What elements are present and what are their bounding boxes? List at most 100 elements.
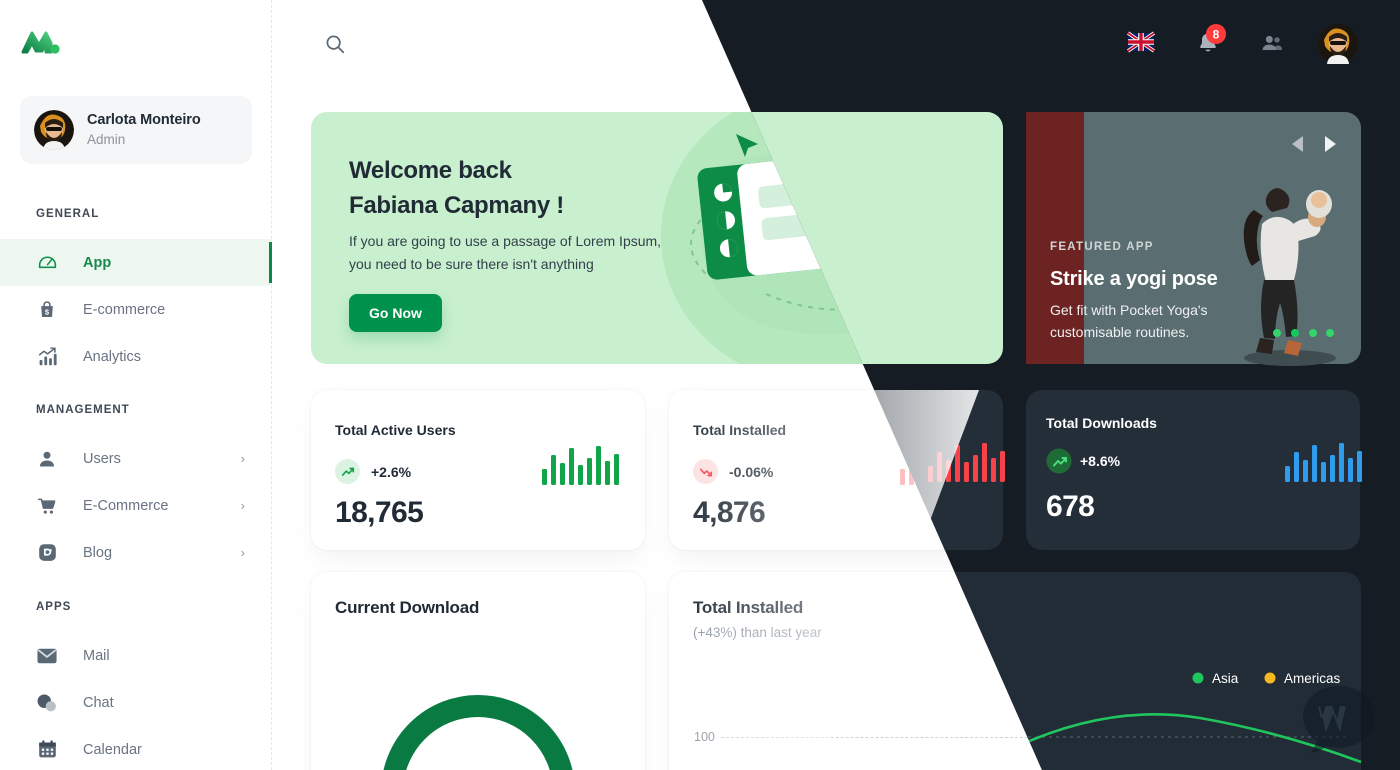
sidebar-item-e-commerce-mgmt[interactable]: E-Commerce › xyxy=(0,482,272,529)
sidebar-item-calendar[interactable]: Calendar xyxy=(0,726,272,770)
arrow-left-icon[interactable] xyxy=(1297,142,1308,158)
stat-title: Total Installed xyxy=(693,422,787,438)
sidebar-item-label: Mail xyxy=(83,647,110,664)
sidebar-item-label: E-commerce xyxy=(83,301,166,318)
carousel-dot[interactable] xyxy=(1274,335,1282,343)
stat-value: 678 xyxy=(1050,496,1099,529)
legend-label: Americas xyxy=(1280,667,1337,682)
current-download-card: Current Download xyxy=(311,572,645,770)
stat-percent: -0.06% xyxy=(729,463,774,480)
sidebar-item-blog[interactable]: Blog › xyxy=(0,529,272,576)
sidebar-user-role: Admin xyxy=(87,131,126,147)
sidebar-section-general: GENERAL xyxy=(36,208,100,220)
welcome-body: If you are going to use a passage of Lor… xyxy=(349,233,662,272)
contacts-icon[interactable] xyxy=(1264,32,1288,56)
dashboard-icon xyxy=(36,252,58,274)
stat-card-total-installed: Total Installed -0.06% 4,876 xyxy=(669,390,1003,550)
stat-card-total-downloads: Total Downloads +8.6% 678 xyxy=(1026,390,1360,550)
header-actions: 8 xyxy=(1154,23,1358,64)
chevron-right-icon[interactable]: › xyxy=(241,452,245,465)
go-now-button[interactable]: Go Now xyxy=(349,294,442,332)
welcome-title: Welcome back Fabiana Capmany ! xyxy=(349,154,564,224)
main-content: 8 Welcome back Fabiana Capmany ! If you … xyxy=(272,0,1400,770)
legend-color-dot xyxy=(1260,669,1272,680)
sidebar-item-chat[interactable]: Chat xyxy=(0,679,272,726)
sidebar-item-label: Users xyxy=(83,450,121,467)
bell-icon[interactable]: 8 xyxy=(1210,23,1243,56)
stat-title: Total Downloads xyxy=(1050,422,1161,438)
user-icon xyxy=(36,448,58,470)
sidebar-section-management: MANAGEMENT xyxy=(36,404,130,416)
y-axis-tick-100: 100 xyxy=(694,730,715,744)
stat-value: 18,765 xyxy=(335,496,424,529)
legend-item-americas[interactable]: Americas xyxy=(1260,667,1337,682)
stat-title: Total Active Users xyxy=(335,422,456,438)
carousel-dot[interactable] xyxy=(1312,335,1320,343)
welcome-title-line1: Welcome back xyxy=(349,157,512,184)
stat-percent: +2.6% xyxy=(371,463,412,480)
top-header: 8 xyxy=(272,0,1400,88)
mail-icon xyxy=(36,645,58,667)
featured-eyebrow: FEATURED APP xyxy=(1050,239,1154,251)
welcome-banner: Welcome back Fabiana Capmany ! If you ar… xyxy=(311,112,1003,364)
featured-app-card[interactable]: FEATURED APP Strike a yogi pose Get fit … xyxy=(1026,112,1361,364)
legend-label: Asia xyxy=(1206,667,1233,682)
sidebar: Carlota Monteiro Admin GENERAL App $ E-c… xyxy=(0,0,272,770)
legend-item-asia[interactable]: Asia xyxy=(1186,667,1233,682)
donut-chart xyxy=(383,695,573,770)
dashboard-page: Carlota Monteiro Admin GENERAL App $ E-c… xyxy=(0,0,1400,770)
notification-badge: 8 xyxy=(1224,23,1243,42)
card-title: Total Installed xyxy=(693,598,804,617)
carousel-arrows xyxy=(1297,142,1341,158)
carousel-dot[interactable] xyxy=(1331,335,1339,343)
carousel-dot-active[interactable] xyxy=(1293,335,1301,343)
trend-up-icon xyxy=(335,459,360,484)
carousel-dots xyxy=(1274,335,1339,343)
avatar xyxy=(34,110,74,150)
sidebar-user-name: Carlota Monteiro xyxy=(87,112,201,129)
sparkline-chart xyxy=(542,445,619,485)
sidebar-item-label: Calendar xyxy=(83,741,142,758)
sidebar-item-ecommerce[interactable]: $ E-commerce xyxy=(0,286,272,333)
sidebar-item-label: Chat xyxy=(83,694,114,711)
sidebar-item-analytics[interactable]: Analytics xyxy=(0,333,272,380)
sidebar-item-label: E-Commerce xyxy=(83,497,169,514)
sidebar-item-users[interactable]: Users › xyxy=(0,435,272,482)
sidebar-item-label: Analytics xyxy=(83,348,142,365)
card-title: Current Download xyxy=(335,598,480,617)
line-chart-plot xyxy=(669,762,1361,770)
sidebar-item-label: App xyxy=(83,254,112,271)
dashboard-illustration xyxy=(666,124,996,364)
sidebar-item-mail[interactable]: Mail xyxy=(0,632,272,679)
legend-color-dot xyxy=(1186,669,1198,680)
w-watermark-icon xyxy=(1300,682,1378,758)
welcome-title-line2: Fabiana Capmany ! xyxy=(349,191,564,219)
m-logo-icon[interactable] xyxy=(20,26,64,62)
avatar[interactable] xyxy=(1318,24,1358,64)
chat-icon xyxy=(36,692,58,714)
chevron-right-icon[interactable]: › xyxy=(241,546,245,559)
sidebar-item-app[interactable]: App xyxy=(0,239,272,286)
stat-value: 4,876 xyxy=(693,496,766,529)
trend-down-icon xyxy=(693,459,718,484)
uk-flag-icon[interactable] xyxy=(1154,35,1180,53)
analytics-chart-icon xyxy=(36,346,58,368)
blog-icon xyxy=(36,542,58,564)
calendar-icon xyxy=(36,739,58,761)
sidebar-user-card[interactable]: Carlota Monteiro Admin xyxy=(20,96,252,164)
featured-title: Strike a yogi pose xyxy=(1050,262,1218,284)
sparkline-chart xyxy=(1257,445,1334,485)
sidebar-item-label: Blog xyxy=(83,544,113,561)
shopping-cart-icon xyxy=(36,495,58,517)
featured-description: Get fit with Pocket Yoga's customisable … xyxy=(1050,301,1208,340)
search-icon[interactable] xyxy=(324,33,348,57)
shopping-bag-icon: $ xyxy=(36,299,58,321)
card-subtitle: (+43%) than last year xyxy=(693,625,822,640)
arrow-right-icon[interactable] xyxy=(1330,142,1341,158)
stat-card-total-active-users: Total Active Users +2.6% 18,765 xyxy=(311,390,645,550)
chart-gridline xyxy=(721,737,1347,738)
total-installed-chart-card: Total Installed (+43%) than last year As… xyxy=(669,572,1361,770)
chevron-right-icon[interactable]: › xyxy=(241,499,245,512)
sidebar-section-apps: APPS xyxy=(36,601,72,613)
sparkline-chart xyxy=(900,445,977,485)
